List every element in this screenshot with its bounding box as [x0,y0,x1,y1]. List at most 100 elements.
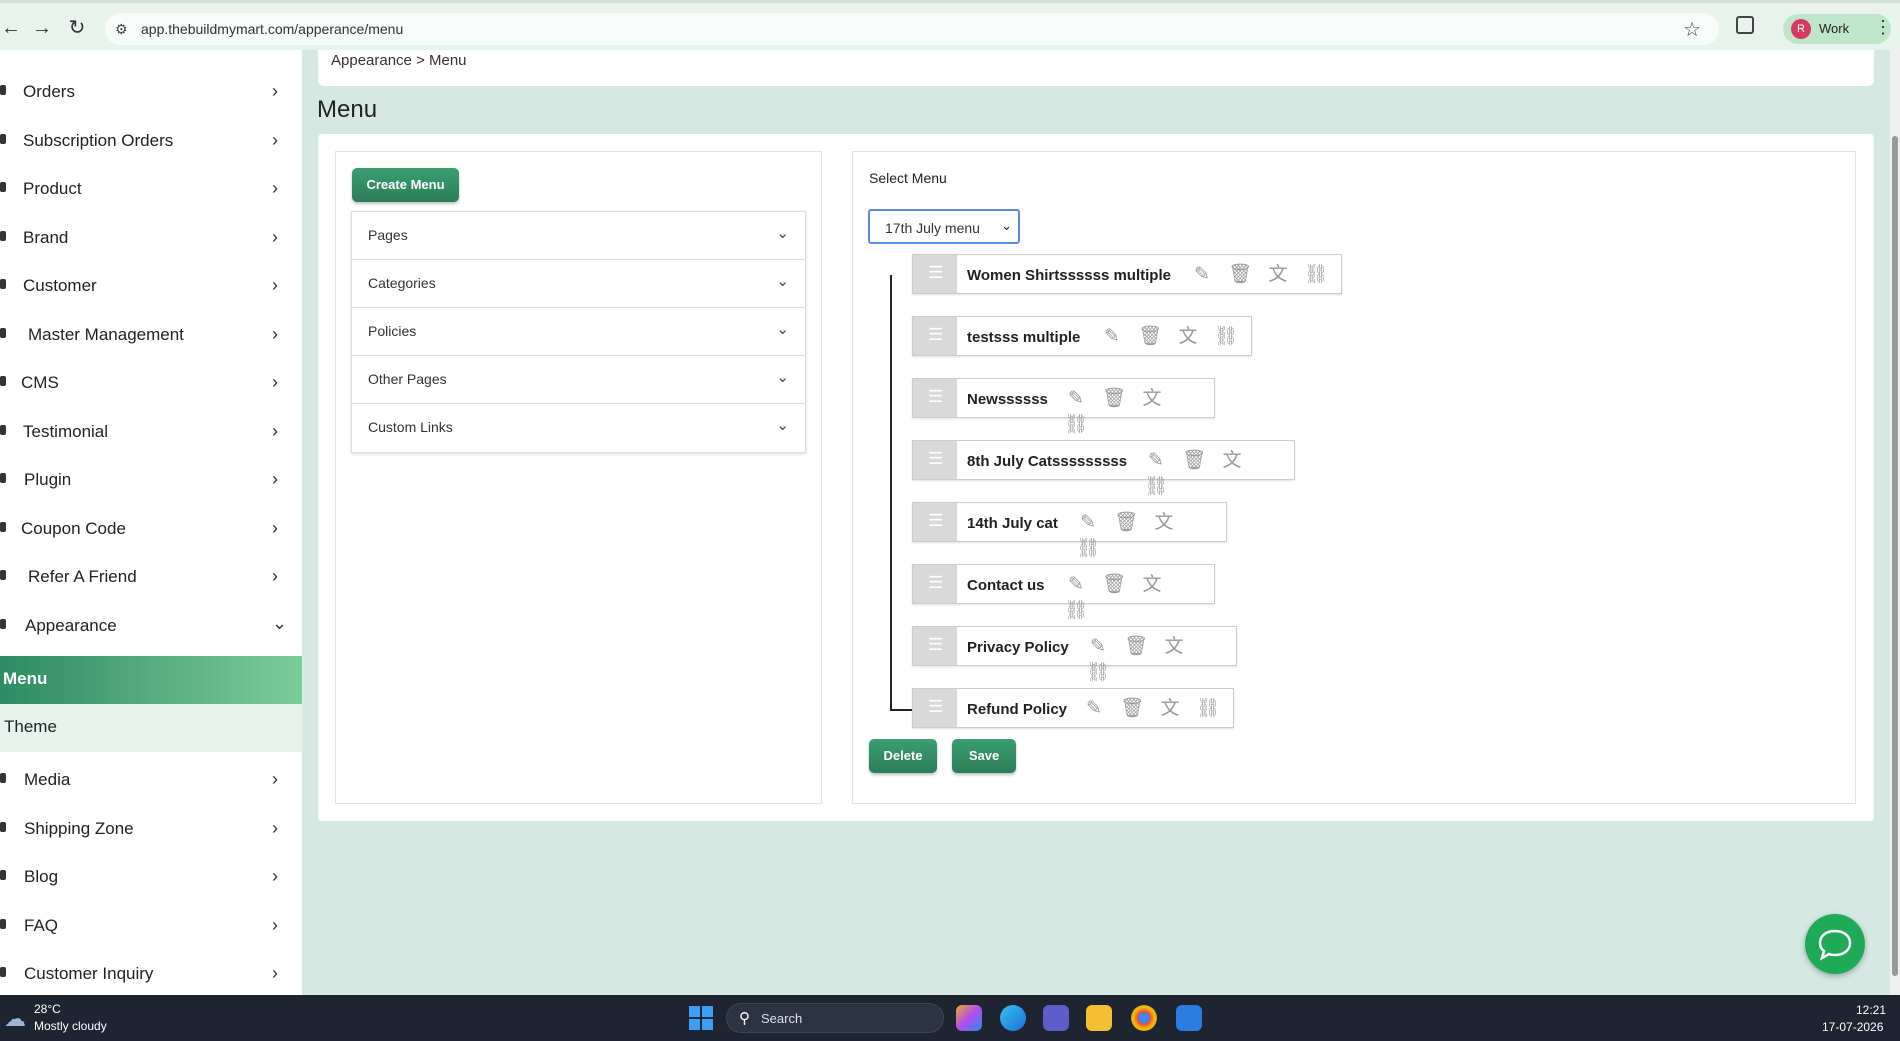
link-icon[interactable]: ⛓ [1143,474,1169,500]
translate-icon[interactable]: 文 [1161,634,1187,660]
trash-icon[interactable]: 🗑 [1113,510,1139,536]
translate-icon[interactable]: 文 [1157,696,1183,722]
edit-icon[interactable]: ✎ [1189,262,1215,288]
translate-icon[interactable]: 文 [1151,510,1177,536]
sidebar-item-subscription-orders[interactable]: Subscription Orders › [0,118,302,166]
cloud-icon[interactable]: ☁ [4,1006,26,1032]
sidebar-item-testimonial[interactable]: Testimonial › [0,409,302,457]
weather-description[interactable]: Mostly cloudy [34,1019,107,1033]
trash-icon[interactable]: 🗑 [1101,572,1127,598]
trash-icon[interactable]: 🗑 [1181,448,1207,474]
sidebar-item-appearance[interactable]: Appearance ⌄ [0,603,302,651]
sidebar-item-menu[interactable]: Menu [0,656,302,704]
link-icon[interactable]: ⛓ [1195,696,1221,722]
sidebar-item-shipping-zone[interactable]: Shipping Zone › [0,806,302,854]
link-icon[interactable]: ⛓ [1213,324,1239,350]
accordion-custom-links[interactable]: Custom Links ⌄ [352,404,805,452]
edit-icon[interactable]: ✎ [1063,386,1089,412]
sidebar-item-blog[interactable]: Blog › [0,854,302,902]
taskbar-search[interactable]: ⚲ Search [726,1003,944,1033]
menu-item[interactable]: ☰ Refund Policy ✎ 🗑 文 ⛓ [912,688,1234,728]
breadcrumb-text[interactable]: Appearance > Menu [331,52,467,69]
menu-item[interactable]: ☰ testsss multiple ✎ 🗑 文 ⛓ [912,316,1252,356]
link-icon[interactable]: ⛓ [1063,598,1089,624]
drag-handle-icon[interactable]: ☰ [913,627,957,665]
translate-icon[interactable]: 文 [1139,572,1165,598]
edge-browser-icon[interactable] [1000,1005,1026,1031]
menu-item[interactable]: ☰ 14th July cat ✎ 🗑 文 ⛓ [912,502,1227,559]
menu-item[interactable]: ☰ 8th July Catsssssssss ✎ 🗑 文 ⛓ [912,440,1295,497]
drag-handle-icon[interactable]: ☰ [913,503,957,541]
page-scrollbar[interactable] [1890,50,1900,995]
sidebar-item-theme[interactable]: Theme [0,704,302,752]
accordion-policies[interactable]: Policies ⌄ [352,308,805,356]
menu-item[interactable]: ☰ Women Shirtssssss multiple ✎ 🗑 文 ⛓ [912,254,1342,294]
drag-handle-icon[interactable]: ☰ [913,255,957,293]
edit-icon[interactable]: ✎ [1081,696,1107,722]
sidebar-item-brand[interactable]: Brand › [0,215,302,263]
sidebar-item-cms[interactable]: CMS › [0,360,302,408]
edit-icon[interactable]: ✎ [1143,448,1169,474]
sidebar-item-faq[interactable]: FAQ › [0,903,302,951]
drag-handle-icon[interactable]: ☰ [913,689,957,727]
forward-arrow-icon[interactable]: → [31,17,53,39]
accordion-pages[interactable]: Pages ⌄ [352,212,805,260]
drag-handle-icon[interactable]: ☰ [913,441,957,479]
trash-icon[interactable]: 🗑 [1227,262,1253,288]
save-button[interactable]: Save [952,739,1016,773]
link-icon[interactable]: ⛓ [1085,660,1111,686]
browser-menu-icon[interactable]: ⋮ [1874,17,1892,38]
sidebar-item-customer-inquiry[interactable]: Customer Inquiry › [0,951,302,995]
sidebar-item-refer-a-friend[interactable]: Refer A Friend › [0,554,302,602]
sidebar-item-product[interactable]: Product › [0,166,302,214]
trash-icon[interactable]: 🗑 [1101,386,1127,412]
menu-item[interactable]: ☰ Newssssss ✎ 🗑 文 ⛓ [912,378,1215,435]
translate-icon[interactable]: 文 [1265,262,1291,288]
menu-select[interactable]: 17th July menu ⌄ [868,209,1020,244]
reload-icon[interactable]: ↻ [66,17,88,39]
trash-icon[interactable]: 🗑 [1123,634,1149,660]
taskbar-date[interactable]: 17-07-2026 [1822,1020,1883,1034]
chat-button[interactable] [1805,914,1865,974]
link-icon[interactable]: ⛓ [1063,412,1089,438]
edit-icon[interactable]: ✎ [1063,572,1089,598]
taskbar-time[interactable]: 12:21 [1856,1003,1886,1017]
sidebar-item-customer[interactable]: Customer › [0,263,302,311]
drag-handle-icon[interactable]: ☰ [913,565,957,603]
url-text[interactable]: app.thebuildmymart.com/apperance/menu [141,21,403,37]
notepad-app-icon[interactable] [1176,1005,1202,1031]
teams-app-icon[interactable] [1043,1005,1069,1031]
link-icon[interactable]: ⛓ [1075,536,1101,562]
edit-icon[interactable]: ✎ [1075,510,1101,536]
menu-item[interactable]: ☰ Contact us ✎ 🗑 文 ⛓ [912,564,1215,621]
chrome-browser-icon[interactable] [1131,1005,1157,1031]
create-menu-button[interactable]: Create Menu [352,168,459,202]
link-icon[interactable]: ⛓ [1303,262,1329,288]
accordion-categories[interactable]: Categories ⌄ [352,260,805,308]
site-settings-icon[interactable]: ⚙ [115,21,128,38]
menu-item[interactable]: ☰ Privacy Policy ✎ 🗑 文 ⛓ [912,626,1237,683]
trash-icon[interactable]: 🗑 [1119,696,1145,722]
translate-icon[interactable]: 文 [1219,448,1245,474]
drag-handle-icon[interactable]: ☰ [913,379,957,417]
windows-start-icon[interactable] [689,1006,713,1030]
delete-button[interactable]: Delete [869,739,937,773]
edit-icon[interactable]: ✎ [1099,324,1125,350]
edit-icon[interactable]: ✎ [1085,634,1111,660]
sidebar-item-plugin[interactable]: Plugin › [0,457,302,505]
sidebar-item-coupon-code[interactable]: Coupon Code › [0,506,302,554]
bookmark-star-icon[interactable]: ☆ [1683,17,1701,42]
trash-icon[interactable]: 🗑 [1137,324,1163,350]
drag-handle-icon[interactable]: ☰ [913,317,957,355]
translate-icon[interactable]: 文 [1139,386,1165,412]
address-bar[interactable]: ⚙ app.thebuildmymart.com/apperance/menu … [105,13,1719,45]
weather-temperature[interactable]: 28°C [34,1002,61,1016]
copilot-app-icon[interactable] [956,1005,982,1031]
sidebar-item-media[interactable]: Media › [0,757,302,805]
back-arrow-icon[interactable]: ← [0,17,22,39]
sidebar-item-master-management[interactable]: Master Management › [0,312,302,360]
accordion-other-pages[interactable]: Other Pages ⌄ [352,356,805,404]
translate-icon[interactable]: 文 [1175,324,1201,350]
extensions-icon[interactable] [1736,16,1754,34]
file-explorer-icon[interactable] [1086,1005,1112,1031]
